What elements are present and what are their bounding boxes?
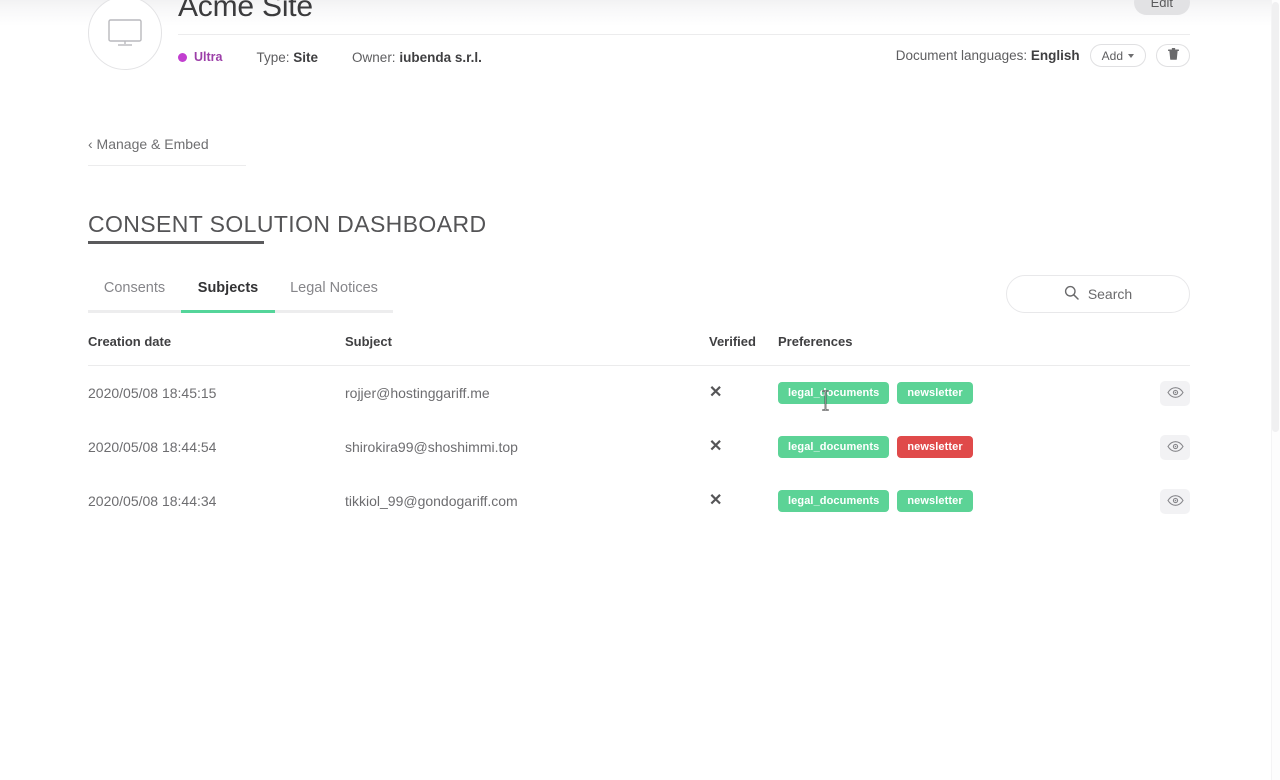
- column-header-preferences: Preferences: [778, 334, 853, 349]
- plan-badge-label: Ultra: [194, 50, 223, 64]
- view-subject-button[interactable]: [1160, 488, 1190, 514]
- page-title: Acme Site: [178, 0, 313, 23]
- preference-badge[interactable]: newsletter: [897, 490, 973, 512]
- delete-language-button[interactable]: [1156, 44, 1190, 67]
- cell-preferences: legal_documents newsletter: [778, 490, 1108, 512]
- cell-preferences: legal_documents newsletter: [778, 382, 1108, 404]
- not-verified-icon: ✕: [709, 384, 723, 401]
- cell-verified: ✕: [709, 493, 778, 509]
- table-row[interactable]: 2020/05/08 18:44:54 shirokira99@shoshimm…: [88, 420, 1190, 474]
- document-languages-label: Document languages:: [895, 48, 1028, 63]
- site-owner-value: iubenda s.r.l.: [399, 49, 482, 65]
- breadcrumb: ‹ Manage & Embed: [88, 136, 246, 166]
- tab-subjects[interactable]: Subjects: [181, 280, 275, 313]
- table-row[interactable]: 2020/05/08 18:45:15 rojjer@hostinggariff…: [88, 366, 1190, 420]
- search-button[interactable]: Search: [1006, 275, 1190, 313]
- cell-subject: tikkiol_99@gondogariff.com: [345, 493, 518, 509]
- cell-creation-date: 2020/05/08 18:45:15: [88, 385, 217, 401]
- plan-dot-icon: [178, 52, 187, 62]
- scrollbar-thumb[interactable]: [1272, 2, 1279, 432]
- cell-actions: [1108, 380, 1190, 406]
- edit-button[interactable]: Edit: [1133, 0, 1190, 15]
- eye-icon: [1166, 440, 1184, 455]
- preference-badge[interactable]: newsletter: [897, 436, 973, 458]
- not-verified-icon: ✕: [709, 492, 723, 509]
- dashboard-title: CONSENT SOLUTION DASHBOARD: [88, 211, 487, 237]
- page-scrollbar[interactable]: [1271, 0, 1280, 780]
- cell-subject: shirokira99@shoshimmi.top: [345, 439, 518, 455]
- add-language-button[interactable]: Add: [1089, 44, 1146, 67]
- site-owner-label: Owner:: [352, 49, 396, 65]
- column-header-verified: Verified: [709, 334, 756, 349]
- cell-preferences: legal_documents newsletter: [778, 436, 1108, 458]
- back-to-manage-embed-link[interactable]: ‹ Manage & Embed: [88, 136, 209, 152]
- cell-creation-date: 2020/05/08 18:44:54: [88, 439, 217, 455]
- column-header-subject: Subject: [345, 334, 392, 349]
- search-label: Search: [1087, 286, 1133, 302]
- site-type-label: Type:: [256, 49, 290, 65]
- column-header-creation-date: Creation date: [88, 334, 172, 349]
- dashboard-title-underline: [88, 241, 264, 244]
- site-type-value: Site: [293, 49, 319, 65]
- document-languages-group: Document languages: English Add: [896, 44, 1190, 67]
- not-verified-icon: ✕: [709, 438, 723, 455]
- plan-badge: Ultra: [178, 50, 222, 64]
- table-row[interactable]: 2020/05/08 18:44:34 tikkiol_99@gondogari…: [88, 474, 1190, 528]
- cell-verified: ✕: [709, 439, 778, 455]
- chevron-down-icon: [1128, 53, 1134, 58]
- view-subject-button[interactable]: [1160, 434, 1190, 460]
- preference-badge[interactable]: newsletter: [897, 382, 973, 404]
- tab-consents[interactable]: Consents: [88, 280, 181, 313]
- trash-icon: [1167, 48, 1179, 63]
- table-header-row: Creation date Subject Verified Preferenc…: [88, 334, 1190, 366]
- document-languages: Document languages: English: [896, 48, 1080, 63]
- cell-creation-date: 2020/05/08 18:44:34: [88, 493, 217, 509]
- search-icon: [1064, 285, 1079, 303]
- eye-icon: [1166, 494, 1184, 509]
- preference-badge[interactable]: legal_documents: [778, 436, 890, 458]
- eye-icon: [1166, 386, 1184, 401]
- add-language-label: Add: [1101, 48, 1123, 63]
- cell-actions: [1108, 434, 1190, 460]
- document-languages-value: English: [1030, 48, 1080, 63]
- subjects-table: Creation date Subject Verified Preferenc…: [88, 334, 1190, 528]
- monitor-icon: [107, 18, 143, 48]
- header-divider: [178, 34, 1190, 35]
- site-type: Type: Site: [256, 50, 318, 65]
- site-owner: Owner: iubenda s.r.l.: [352, 50, 482, 65]
- site-header-main: Acme Site Ultra Type: Site Owner: iubend…: [178, 0, 1190, 68]
- preference-badge[interactable]: legal_documents: [778, 490, 890, 512]
- cell-subject: rojjer@hostinggariff.me: [345, 385, 490, 401]
- dashboard-heading: CONSENT SOLUTION DASHBOARD: [88, 210, 486, 244]
- dashboard-tabs: Consents Subjects Legal Notices: [88, 280, 393, 313]
- site-meta-row: Ultra Type: Site Owner: iubenda s.r.l. D…: [178, 44, 1190, 68]
- view-subject-button[interactable]: [1160, 380, 1190, 406]
- site-header: Acme Site Ultra Type: Site Owner: iubend…: [88, 0, 1190, 80]
- cell-verified: ✕: [709, 385, 778, 401]
- tab-legal-notices[interactable]: Legal Notices: [275, 280, 393, 313]
- preference-badge[interactable]: legal_documents: [778, 382, 890, 404]
- cell-actions: [1108, 488, 1190, 514]
- app-root: Acme Site Ultra Type: Site Owner: iubend…: [0, 0, 1280, 780]
- site-avatar: [88, 0, 162, 70]
